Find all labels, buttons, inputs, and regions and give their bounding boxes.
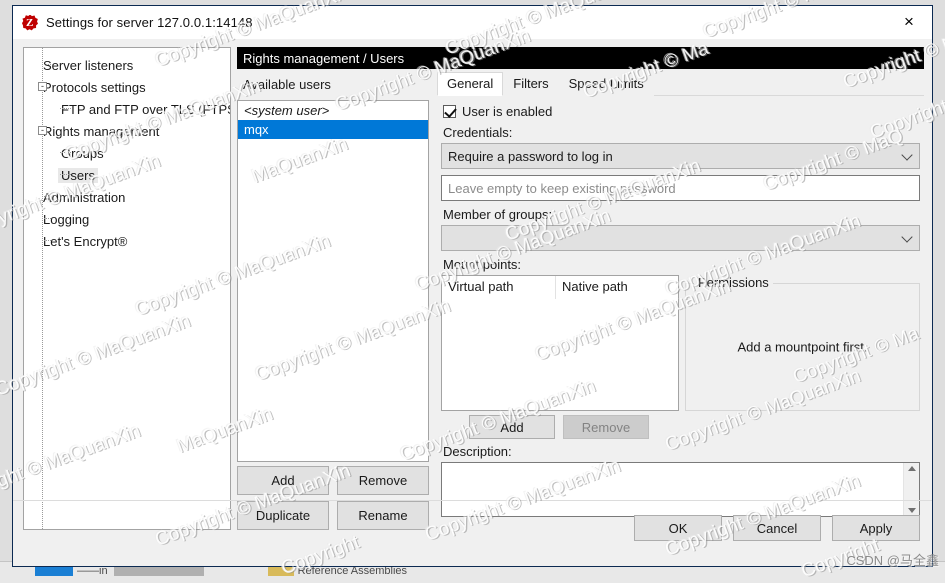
sidebar-item-label: Users	[58, 167, 98, 183]
tree-collapse-icon[interactable]: -	[38, 82, 47, 91]
tree-branch-icon	[60, 174, 71, 175]
dialog-action-buttons: OK Cancel Apply	[634, 515, 920, 541]
description-label: Description:	[443, 444, 512, 459]
user-enabled-label: User is enabled	[462, 104, 553, 119]
member-of-groups-label: Member of groups:	[443, 207, 553, 222]
tree-branch-icon	[42, 196, 53, 197]
list-item[interactable]: <system user>	[238, 101, 428, 120]
scroll-up-icon[interactable]	[907, 466, 916, 471]
mount-point-buttons: Add Remove	[469, 415, 920, 439]
tab-panel-general: User is enabled Credentials: Require a p…	[437, 96, 924, 530]
tree-collapse-icon[interactable]: -	[38, 126, 47, 135]
sidebar-item-groups[interactable]: Groups	[24, 142, 230, 164]
sidebar-item-label: Server listeners	[43, 57, 134, 73]
sidebar-item-label: Rights management	[43, 123, 160, 139]
apply-button[interactable]: Apply	[832, 515, 920, 541]
sidebar-item-label: Let's Encrypt®	[43, 233, 128, 249]
tree-branch-icon	[60, 152, 71, 153]
tabstrip: General Filters Speed Limits	[437, 72, 924, 96]
credentials-label: Credentials:	[443, 125, 513, 140]
password-placeholder: Leave empty to keep existing password	[448, 180, 676, 196]
column-header-virtual-path[interactable]: Virtual path	[442, 276, 556, 299]
sidebar-item-ftp-and-ftp-over-tls-ftps[interactable]: FTP and FTP over TLS (FTPS)	[24, 98, 230, 120]
background-chip-blue	[35, 566, 73, 577]
tree-branch-icon	[60, 108, 71, 109]
sidebar-item-users[interactable]: Users	[24, 164, 230, 186]
column-header-native-path[interactable]: Native path	[556, 276, 678, 299]
tree-branch-icon	[42, 64, 53, 65]
user-remove-button[interactable]: Remove	[337, 466, 429, 495]
section-header: Rights management / Users	[237, 47, 924, 69]
cancel-button[interactable]: Cancel	[733, 515, 821, 541]
sidebar-item-server-listeners[interactable]: Server listeners	[24, 54, 230, 76]
mount-points-label: Mount points:	[443, 257, 522, 272]
permissions-group: Permissions Add a mountpoint first.	[685, 275, 920, 411]
mount-points-table[interactable]: Virtual path Native path	[441, 275, 679, 411]
user-enabled-row[interactable]: User is enabled	[443, 104, 920, 119]
ok-button[interactable]: OK	[634, 515, 722, 541]
settings-dialog: Z Settings for server 127.0.0.1:14148 × …	[12, 5, 933, 567]
mount-points-row: Virtual path Native path Permissions Add…	[441, 275, 920, 411]
background-chip-yellow	[267, 566, 294, 577]
chevron-down-icon	[901, 149, 913, 161]
right-region: Rights management / Users Available user…	[237, 47, 924, 530]
window-title: Settings for server 127.0.0.1:14148	[46, 15, 253, 30]
sidebar-item-logging[interactable]: Logging	[24, 208, 230, 230]
csdn-watermark: CSDN @马全鑫	[846, 553, 939, 568]
available-users-panel: Available users <system user> mqx Add Rem…	[237, 73, 429, 530]
user-settings-tabs: General Filters Speed Limits User is enabl…	[437, 72, 924, 530]
sidebar-item-label: Groups	[61, 145, 104, 161]
settings-tree[interactable]: Server listeners - Protocols settings FTP a…	[23, 47, 231, 530]
sidebar-item-label: FTP and FTP over TLS (FTPS)	[61, 101, 231, 117]
mount-points-header: Virtual path Native path	[442, 276, 678, 299]
close-icon[interactable]: ×	[886, 6, 932, 38]
sidebar-item-label: Logging	[43, 211, 90, 227]
chevron-down-icon	[901, 231, 913, 243]
list-item[interactable]: mqx	[238, 120, 428, 139]
sidebar-item-let-s-encrypt[interactable]: Let's Encrypt®	[24, 230, 230, 252]
credentials-select[interactable]: Require a password to log in	[441, 143, 920, 169]
tree-branch-icon	[42, 218, 53, 219]
background-chip-gray	[113, 566, 204, 577]
available-users-list[interactable]: <system user> mqx	[237, 100, 429, 462]
mount-remove-button: Remove	[563, 415, 649, 439]
mount-add-button[interactable]: Add	[469, 415, 555, 439]
sidebar-item-label: Protocols settings	[43, 79, 146, 95]
tab-speed-limits[interactable]: Speed Limits	[558, 72, 654, 96]
dialog-footer: OK Cancel Apply	[13, 500, 932, 566]
permissions-legend: Permissions	[694, 275, 773, 290]
background-window-strip: ——in Reference Assemblies	[35, 565, 935, 579]
credentials-select-value: Require a password to log in	[448, 148, 613, 164]
user-enabled-checkbox[interactable]	[443, 105, 456, 118]
tab-general[interactable]: General	[437, 72, 504, 96]
user-add-button[interactable]: Add	[237, 466, 329, 495]
title-bar: Z Settings for server 127.0.0.1:14148 ×	[13, 6, 932, 39]
permissions-empty-message: Add a mountpoint first.	[737, 339, 868, 355]
password-input[interactable]: Leave empty to keep existing password	[441, 175, 920, 201]
available-users-label: Available users	[243, 77, 331, 92]
sidebar-item-label: Administration	[43, 189, 126, 205]
dialog-body: Server listeners - Protocols settings FTP a…	[13, 39, 932, 566]
sidebar-item-rights-management[interactable]: - Rights management	[24, 120, 230, 142]
sidebar-item-administration[interactable]: Administration	[24, 186, 230, 208]
sidebar-item-protocols-settings[interactable]: - Protocols settings	[24, 76, 230, 98]
tree-branch-icon	[42, 240, 53, 241]
tab-filters[interactable]: Filters	[503, 72, 559, 96]
filezilla-icon: Z	[22, 14, 38, 31]
member-of-groups-select[interactable]	[441, 225, 920, 251]
